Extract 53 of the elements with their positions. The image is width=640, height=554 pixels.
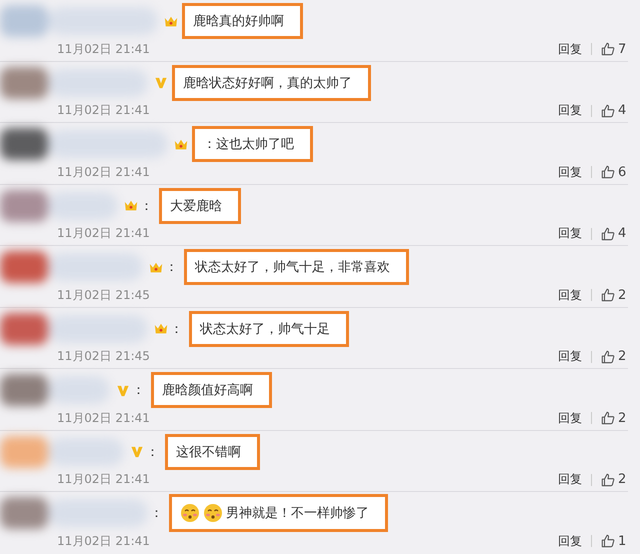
thumbs-up-icon[interactable] (601, 288, 615, 302)
like-count: 2 (618, 288, 628, 302)
like-count: 2 (618, 349, 628, 364)
comment-text: 状态太好了，帅气十足 (200, 320, 330, 338)
reply-link[interactable]: 回复 (558, 532, 582, 550)
kiss-face-icon (180, 503, 200, 523)
thumbs-up-icon[interactable] (601, 350, 615, 364)
thumbs-up-icon[interactable] (601, 472, 615, 486)
reply-link[interactable]: 回复 (558, 471, 582, 488)
colon: ： (150, 505, 163, 522)
timestamp: 11月02日 21:41 (57, 471, 150, 488)
kiss-face-icon (203, 503, 223, 523)
thumbs-up-icon[interactable] (601, 42, 615, 56)
thumbs-up-icon[interactable] (601, 104, 615, 118)
comment-text: 状态太好了，帅气十足，非常喜欢 (195, 259, 390, 276)
like-count: 2 (618, 472, 628, 487)
thumbs-up-icon[interactable] (601, 165, 615, 179)
timestamp: 11月02日 21:41 (57, 40, 150, 58)
comment-text: 这很不错啊 (176, 444, 241, 460)
colon: ： (132, 382, 145, 399)
colon: ： (140, 198, 153, 214)
reply-link[interactable]: 回复 (558, 286, 582, 304)
comment-text: 大爱鹿晗 (170, 198, 222, 214)
timestamp: 11月02日 21:41 (57, 225, 150, 242)
timestamp: 11月02日 21:41 (57, 164, 150, 180)
comment-text: 鹿晗状态好好啊，真的太帅了 (183, 74, 352, 92)
reply-link[interactable]: 回复 (558, 225, 582, 242)
thumbs-up-icon[interactable] (601, 226, 615, 240)
reply-link[interactable]: 回复 (558, 40, 582, 58)
timestamp: 11月02日 21:41 (57, 532, 150, 550)
like-count: 2 (618, 410, 628, 426)
thumbs-up-icon[interactable] (601, 534, 615, 548)
reply-link[interactable]: 回复 (558, 410, 582, 426)
timestamp: 11月02日 21:45 (57, 348, 150, 365)
like-count: 1 (618, 534, 628, 548)
thumbs-up-icon[interactable] (601, 411, 615, 425)
colon: ： (170, 320, 183, 338)
like-count: 7 (618, 42, 628, 56)
comment-text: 男神就是！不一样帅惨了 (226, 505, 369, 522)
like-count: 4 (618, 226, 628, 241)
comment-text: 鹿晗颜值好高啊 (162, 382, 253, 399)
like-count: 4 (618, 103, 628, 118)
colon: ： (165, 259, 178, 276)
reply-link[interactable]: 回复 (558, 164, 582, 180)
comment-text: 鹿晗真的好帅啊 (193, 13, 284, 30)
colon: ： (146, 444, 159, 460)
like-count: 6 (618, 164, 628, 180)
timestamp: 11月02日 21:45 (57, 286, 150, 304)
timestamp: 11月02日 21:41 (57, 102, 150, 119)
comment-text: ：这也太帅了吧 (203, 136, 294, 153)
reply-link[interactable]: 回复 (558, 102, 582, 119)
timestamp: 11月02日 21:41 (57, 410, 150, 426)
reply-link[interactable]: 回复 (558, 348, 582, 365)
